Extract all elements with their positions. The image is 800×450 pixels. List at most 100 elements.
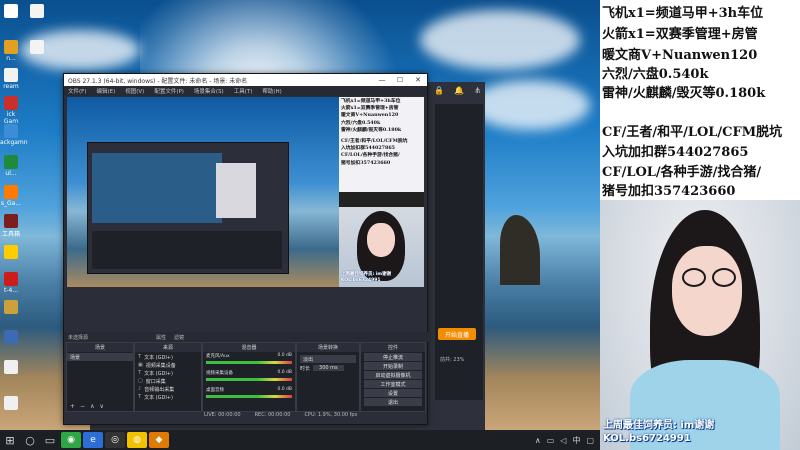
add-icon[interactable]: + [70, 403, 75, 410]
cloud [470, 80, 590, 130]
transition-duration[interactable]: 时长 300 ms [297, 364, 359, 372]
filters-button[interactable]: 滤镜 [174, 334, 184, 341]
desktop: n... ream ick Gam ackgamn ul... s_Ga... … [0, 0, 600, 430]
start-stream-button[interactable]: 开始直播 [438, 328, 476, 340]
menu-help[interactable]: 帮助(H) [262, 87, 281, 95]
edge-taskbar-icon[interactable]: e [83, 432, 103, 448]
mixer-meter[interactable] [206, 378, 292, 381]
stop-stream-button[interactable]: 停止推流 [364, 353, 422, 361]
menu-file[interactable]: 文件(F) [68, 87, 86, 95]
virtual-camera-button[interactable]: 启动虚拟摄像机 [364, 371, 422, 379]
desktop-icon[interactable] [26, 40, 48, 55]
volume-icon[interactable]: ◁ [560, 436, 566, 445]
desktop-icon[interactable]: ul... [0, 155, 22, 177]
sources-panel: 来源 T 文本 (GDI+) ▣ 视频采集设备 T 文本 (GDI+) ▢ 窗口采集 ♪… [134, 342, 202, 412]
mixer-meter[interactable] [206, 395, 292, 398]
desktop-icon[interactable]: ream [0, 68, 22, 90]
mixer-meter[interactable] [206, 361, 292, 364]
desktop-icon[interactable] [0, 300, 22, 315]
maximize-icon[interactable]: ☐ [391, 76, 409, 84]
obs-taskbar-icon[interactable]: ◎ [105, 432, 125, 448]
system-tray: ∧ ▭ ◁ 中 ▢ [535, 435, 600, 446]
menu-tools[interactable]: 工具(T) [234, 87, 253, 95]
obs-preview[interactable]: 飞机x1=频道马甲+3h车位 火箭x1=双赛季管理+房管 暖文商V+Nuanwe… [67, 97, 424, 287]
down-icon[interactable]: ∨ [99, 403, 103, 410]
cpu-usage: CPU: 1.9%, 30.00 fps [304, 412, 358, 418]
mixer-panel: 混音器 麦克风/Aux 0.0 dB 视频采集设备 0.0 dB 桌面音频 0.0 d… [202, 342, 296, 412]
background-obs-toolbar: 🔒 🔔 ⋔ [434, 86, 481, 95]
source-item[interactable]: T 文本 (GDI+) [135, 369, 201, 377]
controls-header: 控件 [361, 343, 425, 352]
start-recording-button[interactable]: 开始录制 [364, 362, 422, 370]
live-timer: LIVE: 00:00:00 [204, 412, 241, 418]
chevron-up-icon[interactable]: ∧ [535, 436, 541, 445]
menu-profile[interactable]: 配置文件(P) [154, 87, 184, 95]
menu-view[interactable]: 视图(V) [125, 87, 144, 95]
lock-icon[interactable]: 🔒 [434, 86, 444, 95]
overlay-line: CF/王者/和平/LOL/CFM脱坑 [602, 125, 783, 140]
source-item[interactable]: ♪ 音频输出采集 [135, 385, 201, 393]
task-view-icon[interactable]: ▭ [40, 430, 60, 450]
chrome-taskbar-icon[interactable]: ◍ [127, 432, 147, 448]
settings-button[interactable]: 设置 [364, 389, 422, 397]
notification-icon[interactable]: ▢ [586, 436, 594, 445]
transitions-header: 场景转换 [297, 343, 359, 352]
source-item[interactable]: ▢ 窗口采集 [135, 377, 201, 385]
source-status-bar: 未选择源 属性 滤镜 [64, 332, 431, 342]
rock-formation [500, 215, 540, 285]
transition-select[interactable]: 淡出 [300, 355, 356, 363]
desktop-icon[interactable] [26, 4, 48, 19]
source-item[interactable]: ▣ 视频采集设备 [135, 361, 201, 369]
overlay-line: 飞机x1=频道马甲+3h车位 [602, 6, 764, 21]
close-icon[interactable]: ✕ [409, 76, 427, 84]
desktop-icon[interactable] [0, 330, 22, 345]
search-icon[interactable]: ○ [20, 430, 40, 450]
preview-nested-cam [216, 163, 256, 218]
desktop-icon[interactable] [0, 4, 22, 19]
menu-edit[interactable]: 编辑(E) [96, 87, 115, 95]
up-icon[interactable]: ∧ [90, 403, 94, 410]
overlay-line: 暖文商V+Nuanwen120 [602, 48, 758, 63]
studio-mode-button[interactable]: 工作室模式 [364, 380, 422, 388]
obs-window[interactable]: OBS 27.1.3 (64-bit, windows) - 配置文件: 未命名… [63, 73, 431, 425]
side-status: 前共: 23% [440, 357, 465, 363]
glasses-right [712, 268, 736, 287]
stream-overlay: 飞机x1=频道马甲+3h车位 火箭x1=双赛季管理+房管 暖文商V+Nuanwe… [600, 0, 800, 450]
obs-title-bar[interactable]: OBS 27.1.3 (64-bit, windows) - 配置文件: 未命名… [64, 74, 427, 86]
desktop-icon[interactable]: t-4... [0, 272, 22, 294]
menu-scene-collection[interactable]: 场景集合(S) [194, 87, 224, 95]
game-taskbar-icon[interactable]: ◆ [149, 432, 169, 448]
remove-icon[interactable]: − [80, 403, 85, 410]
desktop-icon[interactable]: s_Ga... [0, 185, 22, 207]
network-icon[interactable]: ▭ [547, 436, 555, 445]
desktop-icon[interactable] [0, 360, 22, 375]
share-icon[interactable]: ⋔ [474, 86, 481, 95]
overlay-line: 猪号加扣357423660 [602, 184, 736, 199]
overlay-line: 火箭x1=双赛季管理+房管 [602, 27, 758, 42]
desktop-icon[interactable]: ackgamn [0, 124, 28, 146]
minimize-icon[interactable]: — [373, 76, 391, 84]
ime-icon[interactable]: 中 [572, 435, 580, 446]
cloud [420, 10, 580, 70]
bell-icon[interactable]: 🔔 [454, 86, 464, 95]
source-item[interactable]: T 文本 (GDI+) [135, 353, 201, 361]
scene-item[interactable]: 场景 [67, 353, 133, 361]
transitions-panel: 场景转换 淡出 时长 300 ms [296, 342, 360, 412]
controls-panel: 控件 停止推流 开始录制 启动虚拟摄像机 工作室模式 设置 退出 [360, 342, 426, 412]
preview-nested-dock [92, 231, 282, 269]
mixer-header: 混音器 [203, 343, 295, 352]
desktop-icon[interactable]: ick Gam [0, 96, 22, 125]
rec-timer: REC: 00:00:00 [254, 412, 291, 418]
top-feeder-caption: 上周最佳饲养员: im谢谢 [603, 420, 715, 431]
desktop-icon[interactable] [0, 245, 22, 260]
exit-button[interactable]: 退出 [364, 398, 422, 406]
mixer-track: 桌面音频 0.0 dB [206, 387, 292, 393]
wechat-taskbar-icon[interactable]: ◉ [61, 432, 81, 448]
source-item[interactable]: T 文本 (GDI+) [135, 393, 201, 401]
desktop-icon[interactable]: n... [0, 40, 22, 62]
start-icon[interactable]: ⊞ [0, 430, 20, 450]
obs-title: OBS 27.1.3 (64-bit, windows) - 配置文件: 未命名… [68, 77, 248, 85]
desktop-icon[interactable]: 工具箱 [0, 214, 22, 238]
properties-button[interactable]: 属性 [156, 334, 166, 341]
desktop-icon[interactable] [0, 396, 22, 411]
